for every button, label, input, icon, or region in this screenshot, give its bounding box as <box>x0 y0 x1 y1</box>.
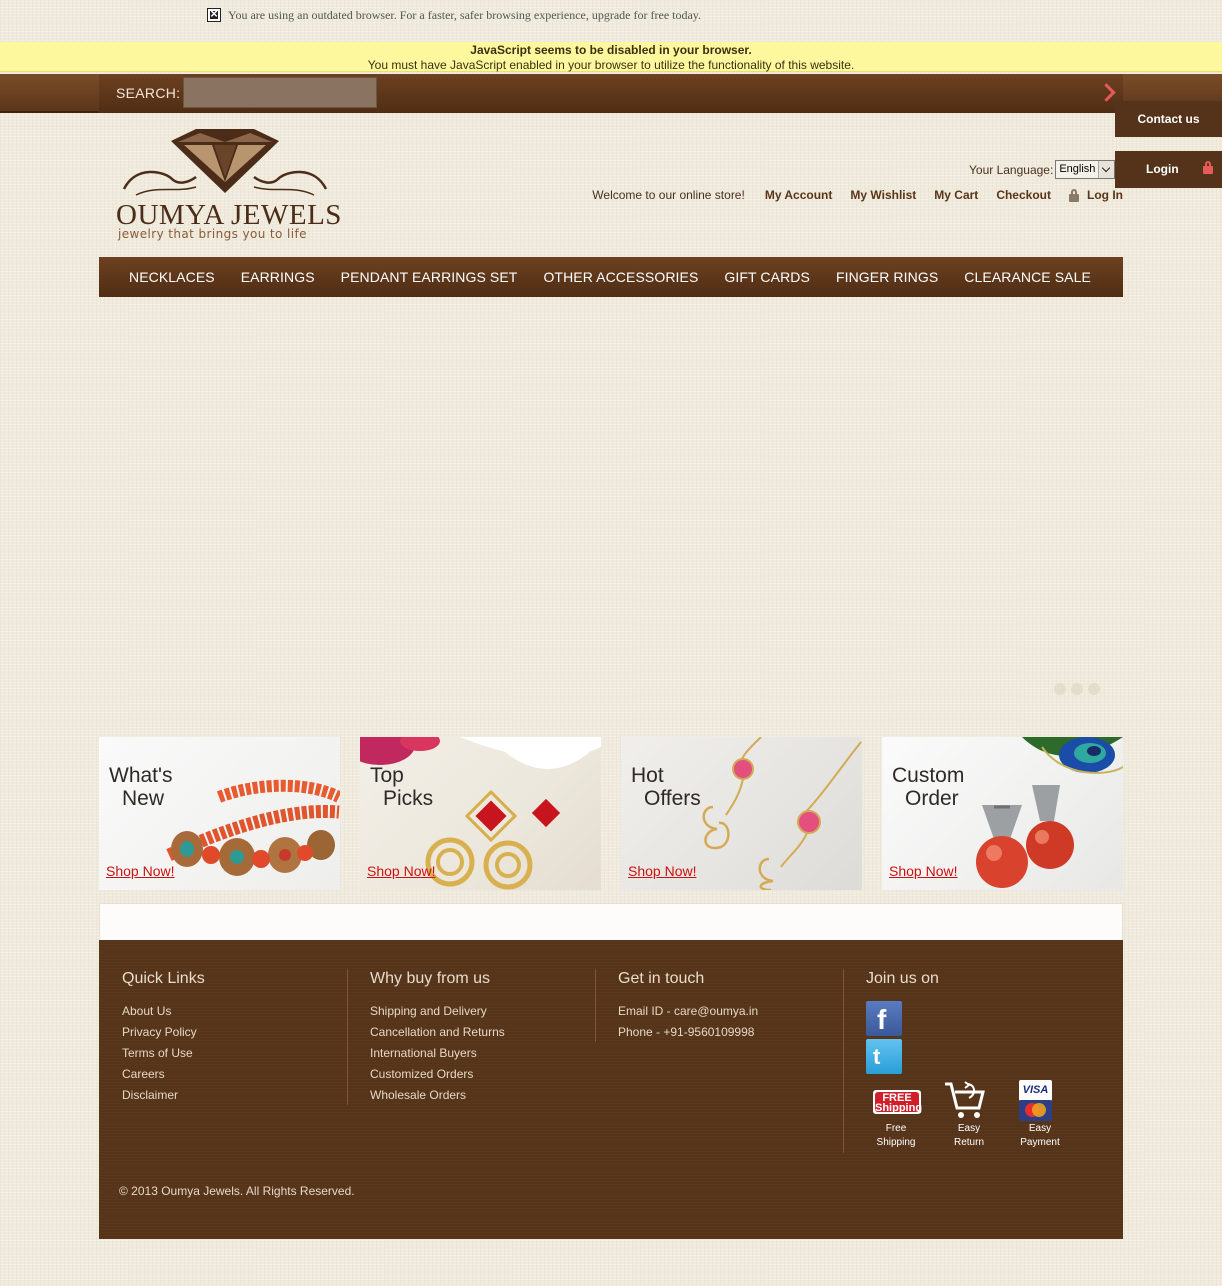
search-bar: SEARCH: <box>0 74 1222 113</box>
promo-hot-offers[interactable]: Hot Offers Shop Now! <box>621 737 862 890</box>
visa-icon: VISA <box>1019 1080 1052 1101</box>
footer-why-buy: Why buy from us Shipping and Delivery Ca… <box>370 970 505 1106</box>
search-input[interactable] <box>183 77 377 108</box>
close-notice-icon[interactable] <box>207 6 221 22</box>
hero-slider <box>99 307 1123 707</box>
copyright: © 2013 Oumya Jewels. All Rights Reserved… <box>119 1184 355 1198</box>
nav-item-necklaces[interactable]: NECKLACES <box>116 269 228 285</box>
promo-custom-order[interactable]: Custom Order Shop Now! <box>882 737 1123 890</box>
log-in-link[interactable]: Log In <box>1087 188 1123 202</box>
footer-link-customized[interactable]: Customized Orders <box>370 1064 505 1085</box>
nav-item-finger-rings[interactable]: FINGER RINGS <box>823 269 951 285</box>
shop-now-link[interactable]: Shop Now! <box>367 863 435 879</box>
outdated-browser-notice: You are using an outdated browser. For a… <box>207 6 701 24</box>
contact-us-tab[interactable]: Contact us <box>1115 101 1222 137</box>
footer-link-wholesale[interactable]: Wholesale Orders <box>370 1085 505 1106</box>
lock-icon <box>1203 161 1213 174</box>
nav-item-gift-cards[interactable]: GIFT CARDS <box>711 269 823 285</box>
cart-return-icon <box>945 1081 985 1118</box>
footer-link-privacy-policy[interactable]: Privacy Policy <box>122 1022 205 1043</box>
my-wishlist-link[interactable]: My Wishlist <box>850 188 916 202</box>
footer-link-shipping[interactable]: Shipping and Delivery <box>370 1001 505 1022</box>
promo-top-picks[interactable]: Top Picks Shop Now! <box>360 737 601 890</box>
footer-heading: Quick Links <box>122 970 205 987</box>
language-label: Your Language: <box>969 162 1054 177</box>
footer-join-us: Join us on f t <box>866 970 939 1077</box>
slider-dot[interactable] <box>1088 683 1100 695</box>
service-badges: FREE Shipping Free Shipping Easy Return VI… <box>866 1080 1086 1155</box>
footer-phone: Phone - +91-9560109998 <box>618 1025 755 1039</box>
slider-dot[interactable] <box>1054 683 1066 695</box>
checkout-link[interactable]: Checkout <box>996 188 1051 202</box>
footer-link-cancellation[interactable]: Cancellation and Returns <box>370 1022 505 1043</box>
site-footer: Quick Links About Us Privacy Policy Term… <box>99 940 1123 1239</box>
footer-divider <box>843 969 844 1153</box>
easy-return-badge: Easy Return <box>939 1080 991 1148</box>
my-account-link[interactable]: My Account <box>765 188 833 202</box>
footer-link-careers[interactable]: Careers <box>122 1064 205 1085</box>
twitter-icon[interactable]: t <box>866 1039 902 1074</box>
free-shipping-icon: FREE Shipping <box>873 1090 923 1114</box>
footer-divider <box>595 969 596 1042</box>
nav-item-pendant-earrings-set[interactable]: PENDANT EARRINGS SET <box>328 269 531 285</box>
footer-divider <box>347 969 348 1105</box>
nav-item-earrings[interactable]: EARRINGS <box>228 269 328 285</box>
logo-tagline: jewelry that brings you to life <box>118 227 307 241</box>
js-warning-message: You must have JavaScript enabled in your… <box>367 58 855 72</box>
lock-icon <box>1069 188 1079 202</box>
diamond-logo-icon <box>122 129 328 196</box>
promo-whats-new[interactable]: What's New Shop Now! <box>99 737 340 890</box>
footer-heading: Join us on <box>866 970 939 987</box>
promo-title: Custom Order <box>892 764 965 810</box>
log-in-item[interactable]: Log In <box>1069 188 1123 202</box>
site-logo[interactable]: OUMYA JEWELS jewelry that brings you to … <box>116 127 341 245</box>
main-navigation: NECKLACES EARRINGS PENDANT EARRINGS SET … <box>99 257 1123 297</box>
promo-title: What's New <box>109 764 173 810</box>
shop-now-link[interactable]: Shop Now! <box>628 863 696 879</box>
search-label: SEARCH: <box>116 85 181 101</box>
mastercard-icon <box>1019 1100 1052 1121</box>
language-selector: Your Language: English <box>969 160 1116 179</box>
content-strip <box>99 903 1123 940</box>
welcome-message: Welcome to our online store! <box>592 188 745 202</box>
shop-now-link[interactable]: Shop Now! <box>106 863 174 879</box>
footer-heading: Why buy from us <box>370 970 491 987</box>
js-warning-title: JavaScript seems to be disabled in your … <box>470 43 752 57</box>
language-selected: English <box>1059 163 1096 175</box>
javascript-disabled-warning: JavaScript seems to be disabled in your … <box>0 42 1222 72</box>
search-submit-arrow-icon[interactable] <box>1099 83 1115 103</box>
outdated-browser-text: You are using an outdated browser. For a… <box>228 7 702 22</box>
facebook-icon[interactable]: f <box>866 1001 902 1036</box>
footer-link-about-us[interactable]: About Us <box>122 1001 205 1022</box>
promo-title: Top Picks <box>370 764 434 810</box>
footer-get-in-touch: Get in touch Email ID - care@oumya.in Ph… <box>618 970 758 1043</box>
chevron-down-icon <box>1098 161 1115 178</box>
login-tab-label: Login <box>1146 162 1179 176</box>
slider-dot[interactable] <box>1071 683 1083 695</box>
shop-now-link[interactable]: Shop Now! <box>889 863 957 879</box>
slider-dots <box>1054 683 1100 695</box>
footer-email[interactable]: Email ID - care@oumya.in <box>618 1001 758 1022</box>
login-tab[interactable]: Login <box>1115 151 1222 188</box>
search-bar-inner: SEARCH: <box>99 74 1123 113</box>
promo-title: Hot Offers <box>631 764 701 810</box>
account-links: Welcome to our online store! My Account … <box>592 188 1123 202</box>
footer-quick-links: Quick Links About Us Privacy Policy Term… <box>122 970 205 1106</box>
footer-heading: Get in touch <box>618 970 705 987</box>
nav-item-other-accessories[interactable]: OTHER ACCESSORIES <box>530 269 711 285</box>
footer-link-terms-of-use[interactable]: Terms of Use <box>122 1043 205 1064</box>
footer-link-disclaimer[interactable]: Disclaimer <box>122 1085 205 1106</box>
language-select[interactable]: English <box>1055 160 1116 179</box>
my-cart-link[interactable]: My Cart <box>934 188 978 202</box>
footer-link-international[interactable]: International Buyers <box>370 1043 505 1064</box>
nav-item-clearance-sale[interactable]: CLEARANCE SALE <box>951 269 1104 285</box>
